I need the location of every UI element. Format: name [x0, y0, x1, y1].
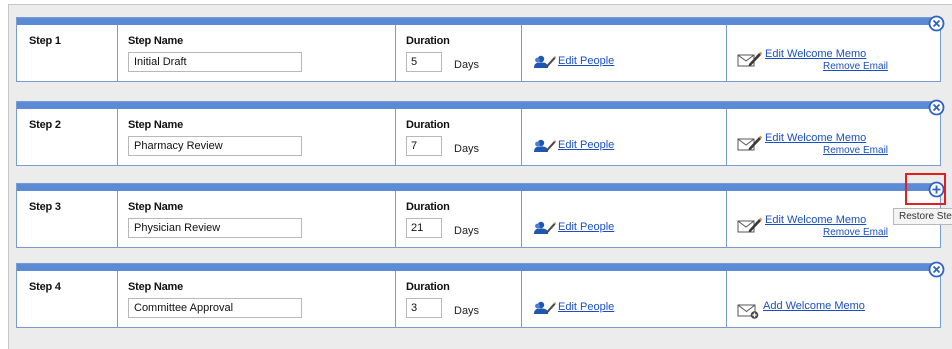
edit-people-link[interactable]: Edit People [558, 55, 614, 67]
step-number: Step 4 [29, 281, 61, 293]
days-label: Days [454, 143, 480, 155]
close-circle-icon [928, 15, 945, 32]
duration-input[interactable]: 7 [406, 136, 442, 156]
step-number: Step 3 [29, 201, 61, 213]
remove-email-link[interactable]: Remove Email [823, 227, 888, 238]
step-header-bar [17, 264, 940, 271]
days-label: Days [454, 305, 480, 317]
close-circle-icon [928, 99, 945, 116]
remove-email-link[interactable]: Remove Email [823, 145, 888, 156]
edit-people-link[interactable]: Edit People [558, 221, 614, 233]
remove-step-button[interactable] [928, 261, 945, 278]
edit-people-button[interactable]: Edit People [532, 300, 614, 314]
add-welcome-memo-link[interactable]: Add Welcome Memo [763, 300, 865, 312]
step-header-bar [17, 102, 940, 109]
envelope-pen-icon [737, 135, 763, 151]
step-name-label: Step Name [128, 119, 184, 131]
remove-email-link[interactable]: Remove Email [823, 61, 888, 72]
envelope-pen-icon [737, 51, 763, 67]
duration-label: Duration [406, 119, 450, 131]
duration-input[interactable]: 5 [406, 52, 442, 72]
step-name-label: Step Name [128, 35, 184, 47]
people-pen-icon [532, 54, 556, 68]
step-name-input[interactable]: Initial Draft [128, 52, 302, 72]
edit-people-link[interactable]: Edit People [558, 139, 614, 151]
duration-input[interactable]: 3 [406, 298, 442, 318]
step-number: Step 2 [29, 119, 61, 131]
edit-people-button[interactable]: Edit People [532, 54, 614, 68]
step-name-label: Step Name [128, 201, 184, 213]
step-name-input[interactable]: Committee Approval [128, 298, 302, 318]
step-row-3: Step 3 Step Name Physician Review Durati… [16, 181, 945, 248]
duration-input[interactable]: 21 [406, 218, 442, 238]
remove-step-button[interactable] [928, 99, 945, 116]
edit-welcome-memo-link[interactable]: Edit Welcome Memo [765, 48, 888, 60]
envelope-pen-icon [737, 217, 763, 233]
envelope-add-icon [737, 303, 761, 319]
edit-people-link[interactable]: Edit People [558, 301, 614, 313]
remove-step-button[interactable] [928, 15, 945, 32]
duration-label: Duration [406, 35, 450, 47]
edit-welcome-memo-link[interactable]: Edit Welcome Memo [765, 214, 888, 226]
edit-welcome-memo-link[interactable]: Edit Welcome Memo [765, 132, 888, 144]
step-header-bar [17, 18, 940, 25]
days-label: Days [454, 225, 480, 237]
people-pen-icon [532, 220, 556, 234]
step-name-input[interactable]: Pharmacy Review [128, 136, 302, 156]
close-circle-icon [928, 261, 945, 278]
duration-label: Duration [406, 201, 450, 213]
restore-step-highlight [905, 173, 946, 205]
days-label: Days [454, 59, 480, 71]
edit-people-button[interactable]: Edit People [532, 138, 614, 152]
step-name-label: Step Name [128, 281, 184, 293]
step-number: Step 1 [29, 35, 61, 47]
restore-step-tooltip: Restore Step [893, 208, 952, 225]
edit-people-button[interactable]: Edit People [532, 220, 614, 234]
step-row-1: Step 1 Step Name Initial Draft Duration … [16, 15, 945, 82]
people-pen-icon [532, 300, 556, 314]
step-row-4: Step 4 Step Name Committee Approval Dura… [16, 261, 945, 328]
people-pen-icon [532, 138, 556, 152]
duration-label: Duration [406, 281, 450, 293]
step-name-input[interactable]: Physician Review [128, 218, 302, 238]
step-header-bar [17, 184, 940, 191]
step-row-2: Step 2 Step Name Pharmacy Review Duratio… [16, 99, 945, 166]
